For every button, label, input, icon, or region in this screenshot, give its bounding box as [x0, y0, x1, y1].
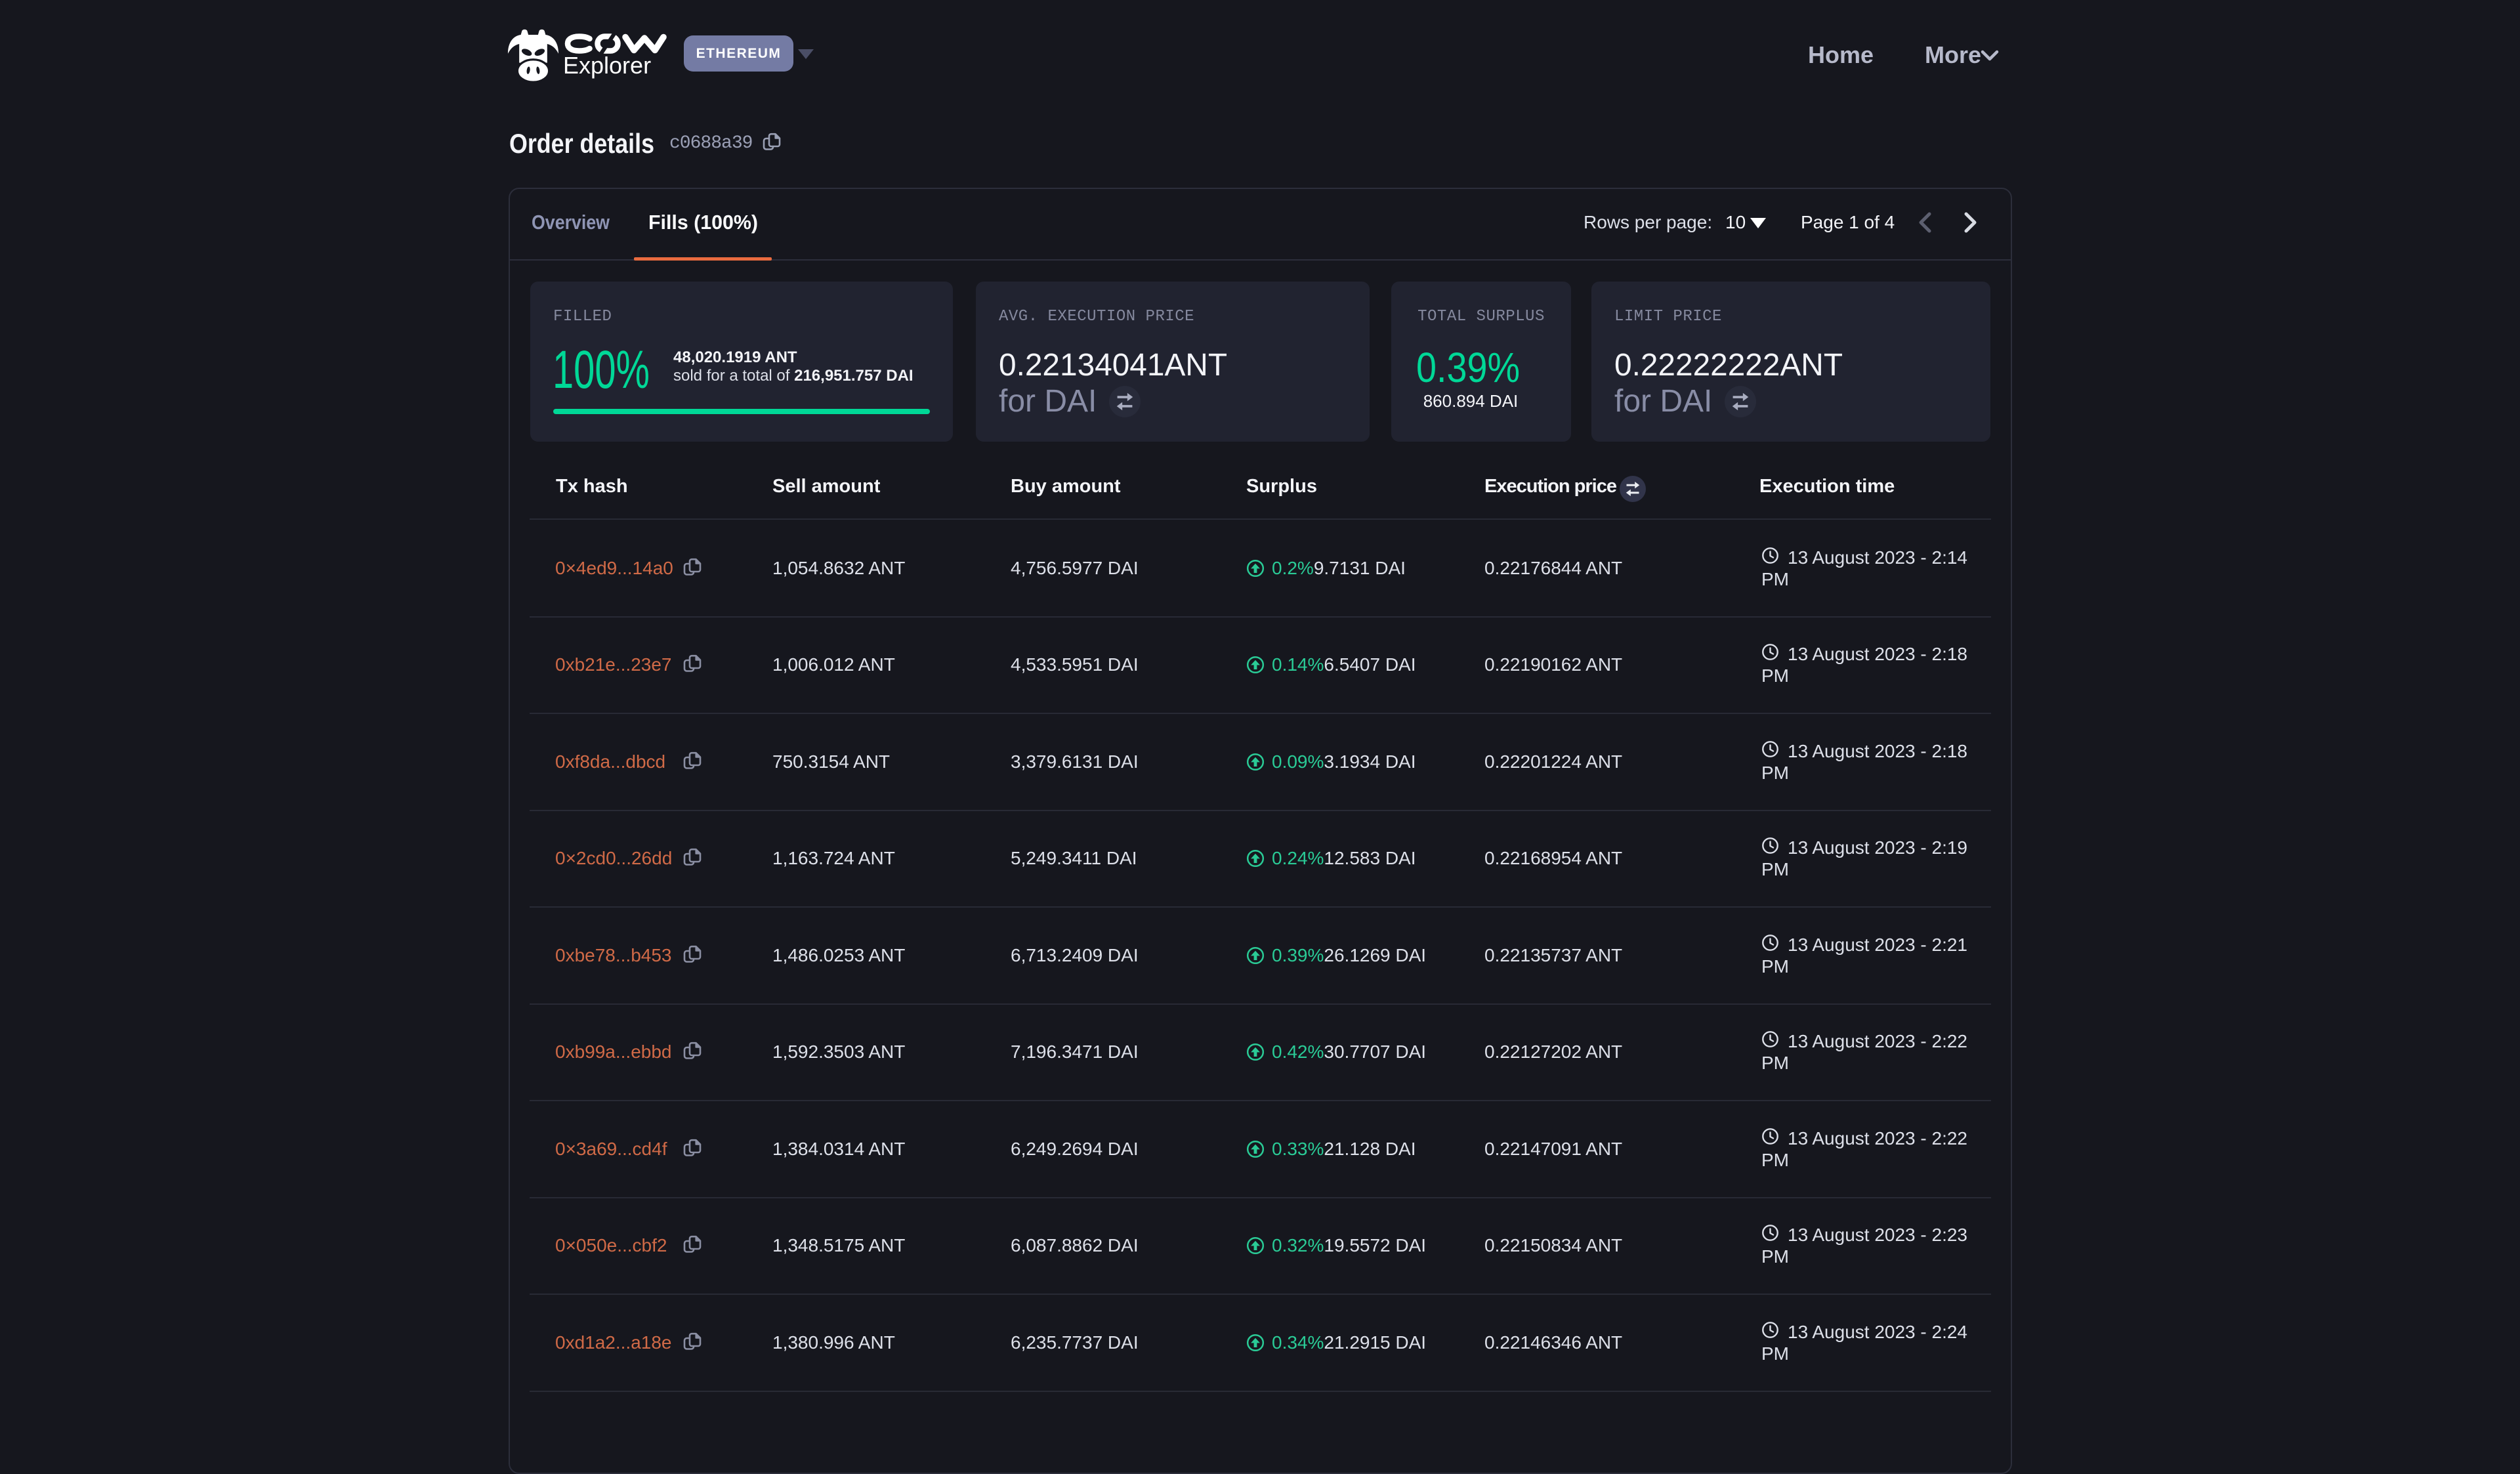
svg-text:100%: 100%: [553, 348, 650, 390]
svg-text:0.22222222ANT: 0.22222222ANT: [1614, 352, 1843, 377]
svg-text:Fills (100%): Fills (100%): [648, 211, 758, 234]
svg-text:Order details: Order details: [509, 128, 654, 159]
svg-text:Overview: Overview: [532, 211, 610, 234]
svg-text:0.22134041ANT: 0.22134041ANT: [999, 352, 1227, 377]
svg-text:0.39%: 0.39%: [1416, 351, 1520, 383]
